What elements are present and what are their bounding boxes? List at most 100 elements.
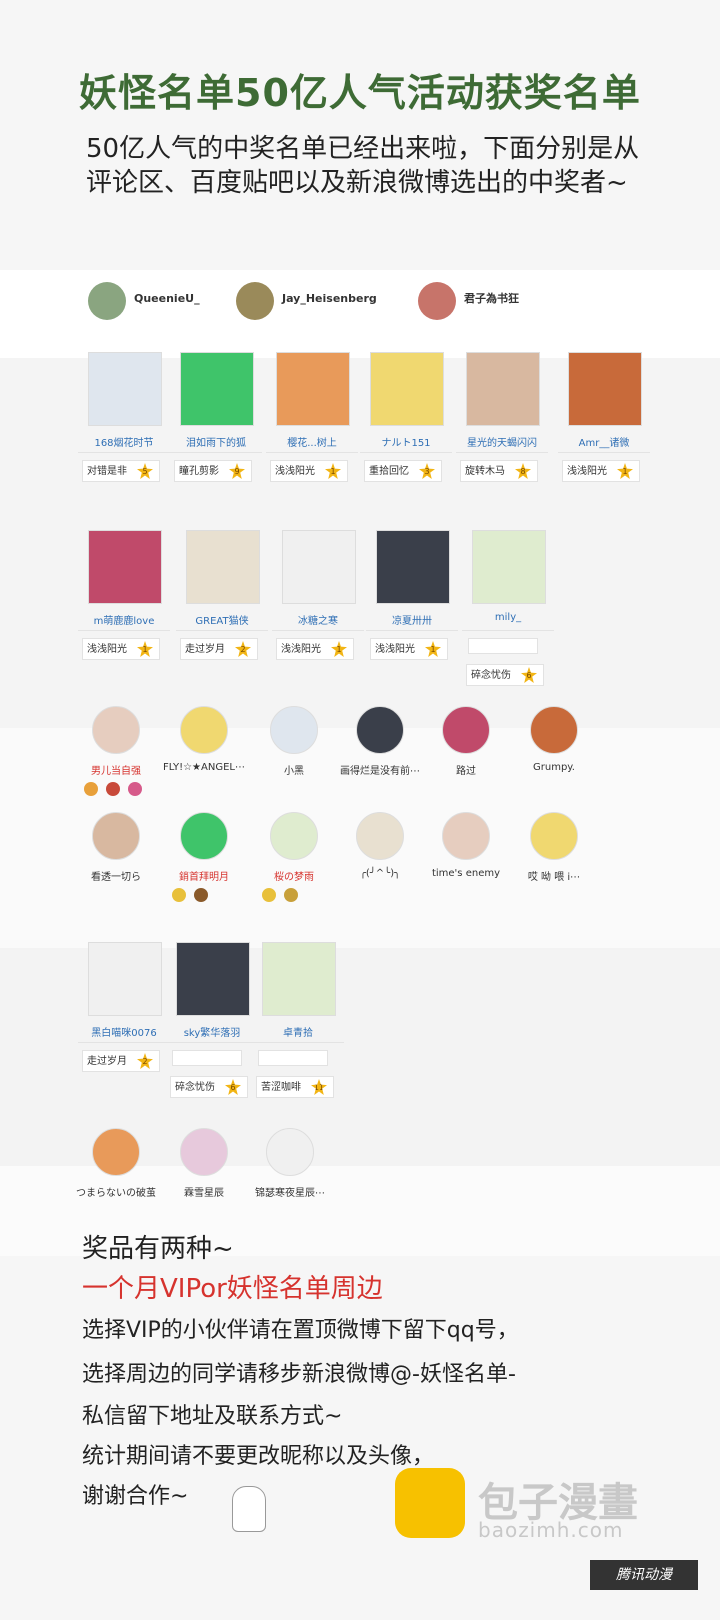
avatar[interactable] [442,706,490,754]
page-title: 妖怪名单50亿人气活动获奖名单 [79,71,641,115]
divider [176,630,268,631]
winner-name[interactable]: Amr__诸微 [554,434,654,449]
winner-name[interactable]: GREAT猫侠 [172,612,272,627]
badge-slot [468,638,538,654]
user-name[interactable]: Grumpy. [508,762,600,773]
badge-label: 浅浅阳光 [567,466,607,477]
header-user-1[interactable] [88,282,126,320]
winner-name[interactable]: 冰糖之寒 [268,612,368,627]
winner-avatar[interactable] [186,530,260,604]
divider [170,452,262,453]
avatar[interactable] [180,706,228,754]
fan-level-badge: 苦涩咖啡 11 [256,1076,334,1098]
winner-avatar[interactable] [376,530,450,604]
fan-level-badge: 对错是非 5 [82,460,160,482]
user-name[interactable]: time's enemy [420,868,512,879]
user-name[interactable]: 看透一切ら [70,868,162,883]
user-name[interactable]: 霖雪星辰 [158,1184,250,1199]
fan-level-badge: 浅浅阳光 1 [276,638,354,660]
user-name[interactable]: ╭(╯^╰)╮ [334,868,426,879]
user-name[interactable]: 銷首拜明月 [158,868,250,883]
winner-name[interactable]: 168烟花时节 [74,434,174,449]
winner-name[interactable]: 卓青拾 [248,1024,348,1039]
winner-avatar[interactable] [180,352,254,426]
user-name[interactable]: 小黑 [248,762,340,777]
winner-name[interactable]: 凉夏卅卅 [362,612,462,627]
avatar [88,282,126,320]
avatar[interactable] [92,812,140,860]
star-icon: 1 [137,641,153,657]
badge-label: 碎念忧伤 [471,670,511,681]
winner-name[interactable]: ナルト151 [356,434,456,449]
avatar[interactable] [270,706,318,754]
avatar[interactable] [180,1128,228,1176]
winner-avatar[interactable] [88,942,162,1016]
prize-line: 奖品有两种~ [82,1234,234,1264]
user-name[interactable]: 男儿当自强 [70,762,162,777]
badge-label: 旋转木马 [465,466,505,477]
avatar[interactable] [356,706,404,754]
avatar[interactable] [266,1128,314,1176]
avatar[interactable] [356,812,404,860]
header-user-name[interactable]: Jay_Heisenberg [282,292,377,305]
divider [78,452,170,453]
badge-label: 浅浅阳光 [281,644,321,655]
header-user-name[interactable]: QueenieU_ [134,292,200,305]
winner-avatar[interactable] [276,352,350,426]
winner-avatar[interactable] [282,530,356,604]
winner-name[interactable]: m萌鹿鹿love [74,612,174,627]
avatar[interactable] [530,812,578,860]
avatar[interactable] [92,706,140,754]
winner-name[interactable]: 樱花...树上 [262,434,362,449]
fan-level-badge: 浅浅阳光 1 [270,460,348,482]
winner-name[interactable]: 星光的天蝎闪闪 [452,434,552,449]
avatar[interactable] [180,812,228,860]
winner-avatar[interactable] [88,530,162,604]
fan-level-badge: 旋转木马 8 [460,460,538,482]
fan-level-badge: 浅浅阳光 1 [370,638,448,660]
winner-name[interactable]: 泪如雨下的狐 [166,434,266,449]
star-icon: 2 [235,641,251,657]
intro-text: 50亿人气的中奖名单已经出来啦，下面分别是从评论区、百度贴吧以及新浪微博选出的中… [86,134,640,198]
badge-label: 浅浅阳光 [275,466,315,477]
winner-avatar[interactable] [568,352,642,426]
divider [78,1042,170,1043]
avatar[interactable] [270,812,318,860]
winner-name[interactable]: 黑白喵咪0076 [74,1024,174,1039]
avatar[interactable] [530,706,578,754]
divider [366,630,458,631]
winner-name[interactable]: mily_ [458,612,558,623]
winner-name[interactable]: sky繁华落羽 [162,1024,262,1039]
star-icon: 3 [419,463,435,479]
divider [252,1042,344,1043]
winner-avatar[interactable] [262,942,336,1016]
prize-line: 统计期间请不要更改昵称以及头像， [82,1444,435,1469]
divider [266,452,358,453]
badge-slot [172,1050,242,1066]
winner-avatar[interactable] [472,530,546,604]
badge-label: 走过岁月 [87,1056,127,1067]
winner-avatar[interactable] [466,352,540,426]
badge-label: 重拾回忆 [369,466,409,477]
divider [78,630,170,631]
user-name[interactable]: 桜の梦雨 [248,868,340,883]
winner-avatar[interactable] [88,352,162,426]
avatar[interactable] [92,1128,140,1176]
avatar[interactable] [442,812,490,860]
user-name[interactable]: 锦瑟寒夜星辰⋯ [244,1184,336,1199]
user-name[interactable]: つまらないの破茧 [70,1184,162,1199]
divider [462,630,554,631]
user-name[interactable]: FLY!☆★ANGEL⋯ [158,762,250,773]
user-name[interactable]: 画得烂是没有前⋯ [334,762,426,777]
watermark-url: baozimh.com [478,1518,624,1542]
header-user-3[interactable] [418,282,456,320]
winner-avatar[interactable] [370,352,444,426]
star-icon: 1 [425,641,441,657]
fan-level-badge: 瞳孔剪影 9 [174,460,252,482]
winner-avatar[interactable] [176,942,250,1016]
header-user-2[interactable] [236,282,274,320]
user-name[interactable]: 路过 [420,762,512,777]
header-user-name[interactable]: 君子為书狂 [464,290,519,306]
user-name[interactable]: 哎 呦 喂 i⋯ [508,868,600,883]
prize-line: 谢谢合作~ [82,1484,189,1509]
